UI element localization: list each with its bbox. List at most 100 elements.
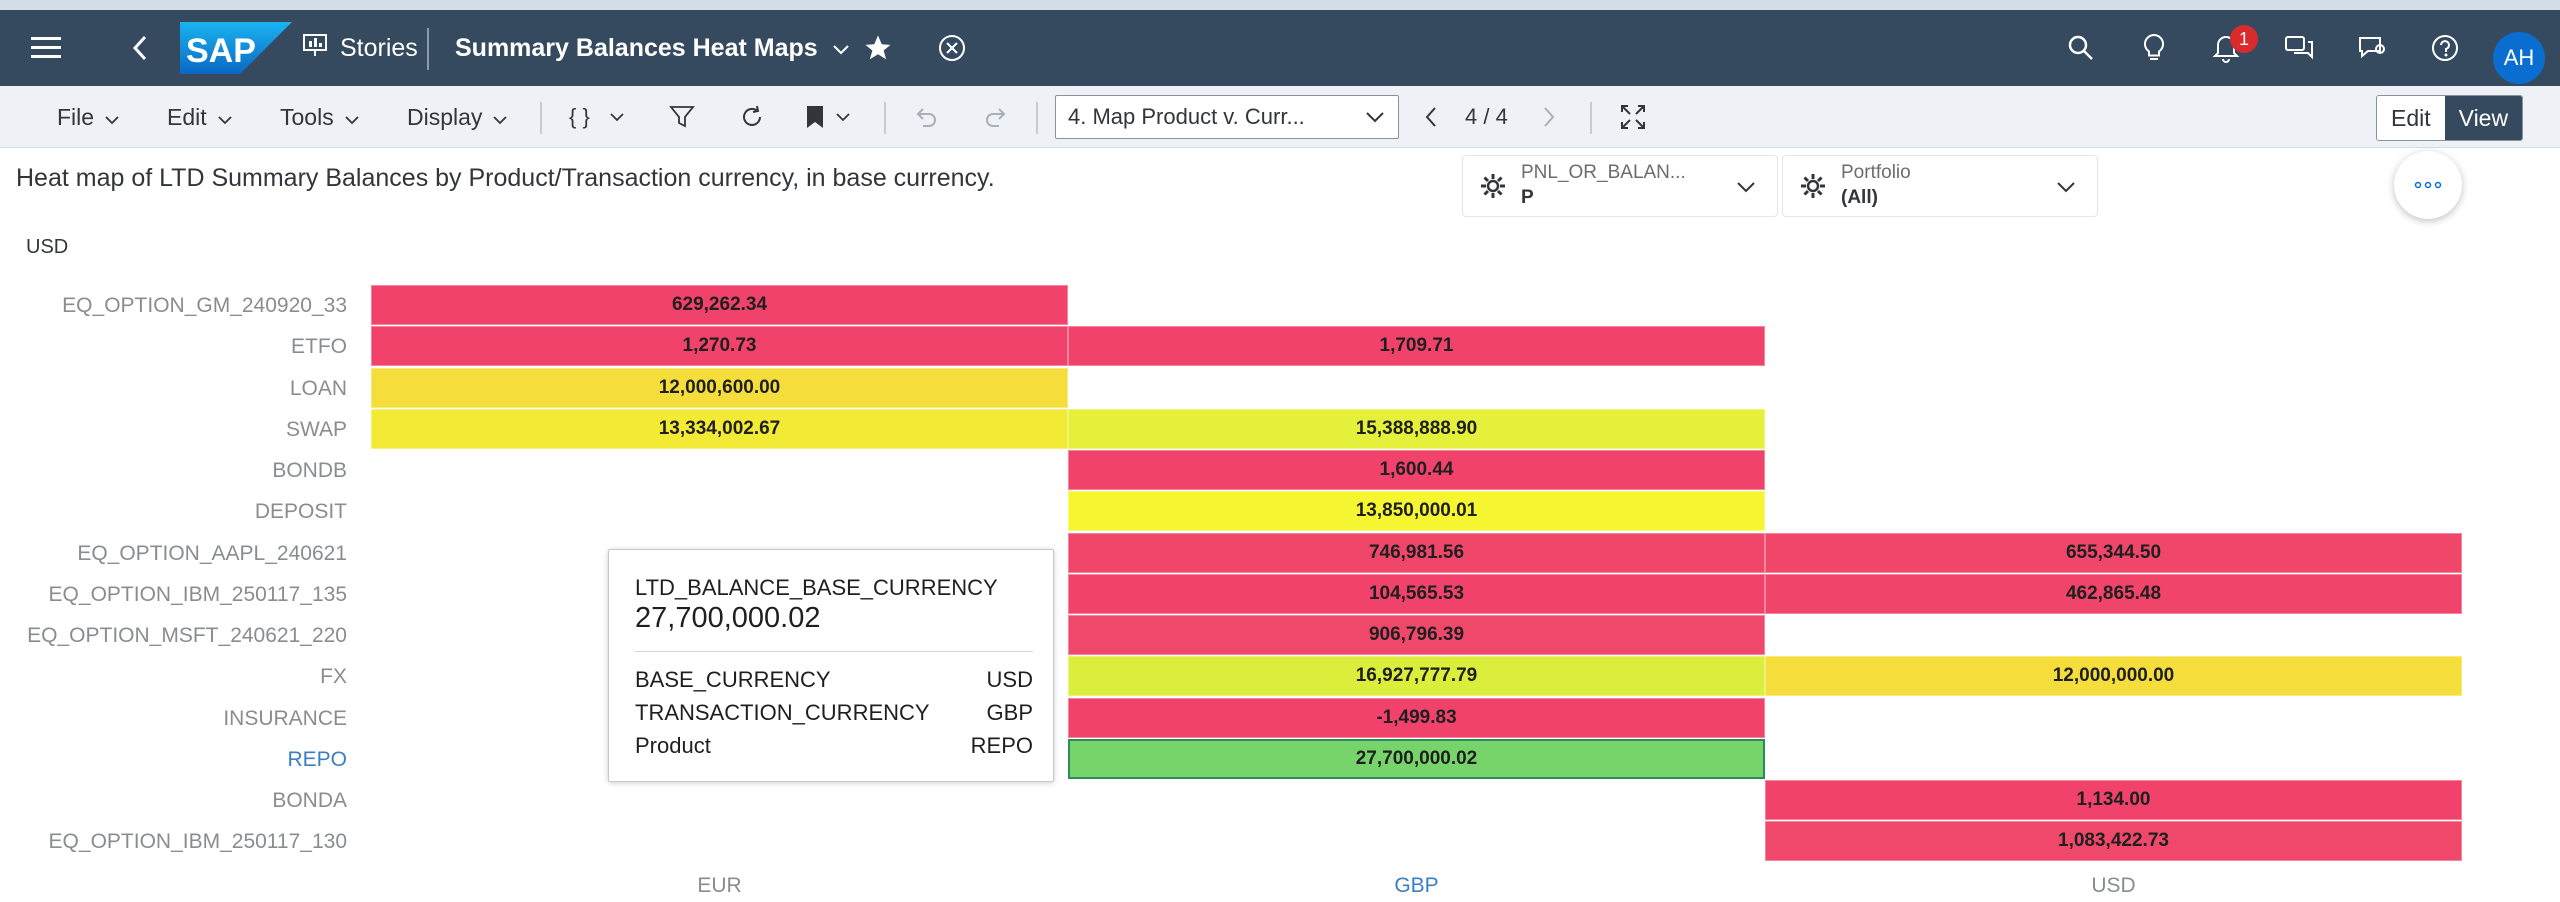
search-icon[interactable] xyxy=(2063,10,2099,86)
bookmark-icon[interactable] xyxy=(800,86,856,148)
page-select-value: 4. Map Product v. Curr... xyxy=(1068,104,1305,129)
feedback-icon[interactable] xyxy=(2354,10,2390,86)
row-label[interactable]: REPO xyxy=(287,739,347,780)
fullscreen-icon[interactable] xyxy=(1615,86,1651,148)
row-label[interactable]: EQ_OPTION_MSFT_240621_220 xyxy=(27,615,347,656)
shell-bar: SAP Stories Summary Balances Heat Maps 1… xyxy=(0,10,2560,86)
heatmap-cell[interactable]: 655,344.50 xyxy=(1765,532,2462,573)
menu-tools[interactable]: Tools xyxy=(280,86,360,148)
tooltip-key: Product xyxy=(635,733,711,758)
menu-file-label: File xyxy=(57,103,95,130)
lightbulb-icon[interactable] xyxy=(2136,10,2172,86)
stories-label: Stories xyxy=(340,33,418,62)
tooltip-val: REPO xyxy=(970,733,1033,758)
row-label[interactable]: ETFO xyxy=(291,326,347,367)
next-page-icon[interactable] xyxy=(1534,86,1564,148)
row-label[interactable]: SWAP xyxy=(286,409,347,450)
column-label[interactable]: GBP xyxy=(1394,874,1438,898)
prev-page-icon[interactable] xyxy=(1416,86,1446,148)
row-label[interactable]: LOAN xyxy=(290,368,347,409)
column-label[interactable]: EUR xyxy=(697,874,741,898)
tooltip-val: GBP xyxy=(986,700,1033,725)
chevron-down-icon xyxy=(344,104,360,131)
more-icon[interactable] xyxy=(2394,151,2462,219)
row-label[interactable]: EQ_OPTION_GM_240920_33 xyxy=(62,285,347,326)
row-label[interactable]: EQ_OPTION_IBM_250117_130 xyxy=(49,821,347,862)
filter-portfolio[interactable]: Portfolio (All) xyxy=(1782,155,2098,217)
notification-badge: 1 xyxy=(2230,25,2258,53)
undo-icon[interactable] xyxy=(908,86,944,148)
dimension-icon xyxy=(1479,172,1507,205)
svg-text:{ }: { } xyxy=(569,104,590,129)
mode-toggle: Edit View xyxy=(2376,95,2524,141)
story-title: Summary Balances Heat Maps xyxy=(455,33,818,62)
menu-file[interactable]: File xyxy=(57,86,120,148)
heatmap-cell[interactable]: 16,927,777.79 xyxy=(1068,656,1765,697)
heatmap-cell[interactable]: 462,865.48 xyxy=(1765,573,2462,614)
story-title-menu[interactable]: Summary Balances Heat Maps xyxy=(455,10,850,86)
heatmap-cell[interactable]: 1,270.73 xyxy=(371,326,1068,367)
heatmap-cell[interactable]: 27,700,000.02 xyxy=(1068,738,1765,779)
stories-icon xyxy=(302,32,328,65)
star-icon[interactable] xyxy=(860,10,896,86)
filter-pnl-or-balance[interactable]: PNL_OR_BALAN... P xyxy=(1462,155,1778,217)
heatmap-cell[interactable]: 104,565.53 xyxy=(1068,573,1765,614)
chevron-down-icon xyxy=(832,34,850,63)
heatmap-cell[interactable]: 13,850,000.01 xyxy=(1068,491,1765,532)
heatmap-cell[interactable]: 13,334,002.67 xyxy=(371,408,1068,449)
heatmap-cell[interactable]: 15,388,888.90 xyxy=(1068,408,1765,449)
filter-value: P xyxy=(1521,187,1534,208)
view-mode-button[interactable]: View xyxy=(2444,96,2523,140)
redo-icon[interactable] xyxy=(978,86,1014,148)
menu-tools-label: Tools xyxy=(280,103,334,130)
row-label[interactable]: BONDB xyxy=(272,450,347,491)
filter-value: (All) xyxy=(1841,187,1878,208)
heatmap-cell[interactable]: 1,134.00 xyxy=(1765,780,2462,820)
chevron-down-icon xyxy=(104,104,120,131)
heatmap-cell[interactable]: 12,000,000.00 xyxy=(1765,656,2462,697)
heatmap-cell[interactable]: 1,709.71 xyxy=(1068,326,1765,367)
heatmap-cell[interactable]: 1,600.44 xyxy=(1068,450,1765,490)
refresh-icon[interactable] xyxy=(734,86,770,148)
row-label[interactable]: FX xyxy=(320,656,347,697)
edit-mode-button[interactable]: Edit xyxy=(2377,96,2445,140)
tooltip-separator xyxy=(635,651,1033,652)
sap-logo: SAP xyxy=(180,22,292,74)
menu-icon[interactable] xyxy=(22,10,70,86)
row-label[interactable]: INSURANCE xyxy=(223,698,347,739)
tooltip-key: BASE_CURRENCY xyxy=(635,667,831,692)
heatmap-cell[interactable]: 906,796.39 xyxy=(1068,615,1765,655)
story-toolbar: File Edit Tools Display { } 4. Map Produ… xyxy=(0,86,2560,148)
chat-icon[interactable] xyxy=(2281,10,2317,86)
chevron-down-icon xyxy=(217,104,233,131)
dimension-icon xyxy=(1799,172,1827,205)
row-label[interactable]: EQ_OPTION_IBM_250117_135 xyxy=(49,574,347,615)
help-icon[interactable] xyxy=(2427,10,2463,86)
code-braces-icon[interactable]: { } xyxy=(566,86,630,148)
row-label[interactable]: EQ_OPTION_AAPL_240621 xyxy=(77,533,347,574)
tooltip-value: 27,700,000.02 xyxy=(635,602,821,634)
menu-edit-label: Edit xyxy=(167,103,207,130)
avatar[interactable]: AH xyxy=(2493,32,2545,84)
filter-label: PNL_OR_BALAN... xyxy=(1521,162,1686,183)
page-select[interactable]: 4. Map Product v. Curr... xyxy=(1055,95,1399,139)
menu-display[interactable]: Display xyxy=(407,86,508,148)
tooltip-key: TRANSACTION_CURRENCY xyxy=(635,700,930,725)
chevron-down-icon xyxy=(492,104,508,131)
heatmap-cell[interactable]: -1,499.83 xyxy=(1068,697,1765,738)
back-icon[interactable] xyxy=(120,10,160,86)
filter-icon[interactable] xyxy=(664,86,700,148)
tooltip-val: USD xyxy=(986,667,1033,692)
heatmap-cell[interactable]: 746,981.56 xyxy=(1068,532,1765,573)
tooltip-row: TRANSACTION_CURRENCY GBP xyxy=(635,700,1033,726)
close-circle-icon[interactable] xyxy=(934,10,970,86)
stories-link[interactable]: Stories xyxy=(302,10,418,86)
row-label[interactable]: BONDA xyxy=(272,780,347,821)
menu-edit[interactable]: Edit xyxy=(167,86,233,148)
column-label[interactable]: USD xyxy=(2091,874,2135,898)
heatmap-cell[interactable]: 629,262.34 xyxy=(371,285,1068,325)
heatmap-cell[interactable]: 12,000,600.00 xyxy=(371,367,1068,408)
filter-label: Portfolio xyxy=(1841,162,1911,183)
row-label[interactable]: DEPOSIT xyxy=(255,491,347,532)
heatmap-cell[interactable]: 1,083,422.73 xyxy=(1765,821,2462,862)
